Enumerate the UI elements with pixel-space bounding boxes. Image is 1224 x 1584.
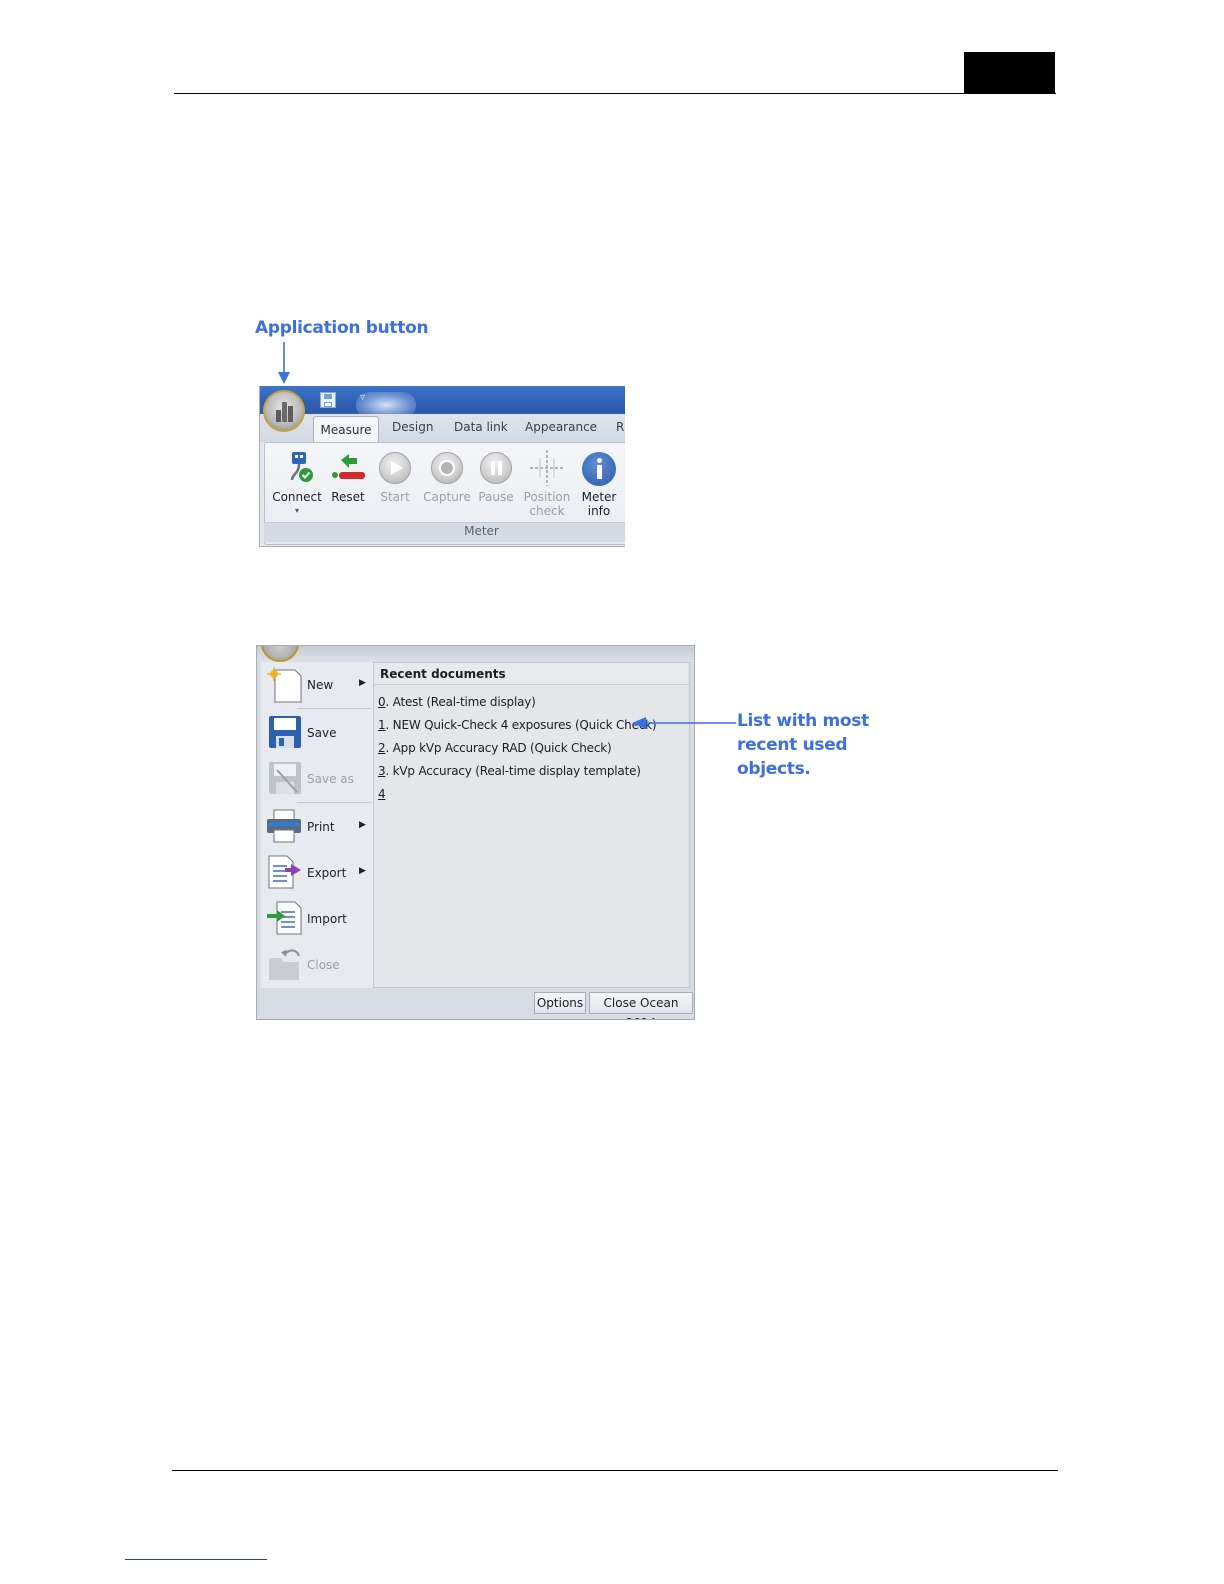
callout-application-button: Application button [255, 318, 429, 338]
recent-item[interactable]: 0. Atest (Real-time display) [378, 694, 536, 710]
recent-documents-panel: Recent documents 0. Atest (Real-time dis… [373, 662, 690, 988]
footer-link-underline [125, 1559, 267, 1560]
close-command[interactable]: Close [261, 944, 373, 988]
recent-item[interactable]: 2. App kVp Accuracy RAD (Quick Check) [378, 740, 612, 756]
recent-item[interactable]: 4 [378, 786, 386, 802]
meter-info-label-line1: Meter [581, 490, 617, 504]
tab-truncated[interactable]: R [616, 420, 624, 434]
export-label: Export [307, 866, 347, 880]
application-button[interactable] [263, 390, 305, 432]
recent-item-name: . kVp Accuracy (Real-time display templa… [385, 764, 641, 778]
callout-recent-line2: recent used [737, 735, 848, 755]
tab-appearance[interactable]: Appearance [525, 420, 597, 434]
connect-dropdown-icon: ▾ [294, 506, 299, 515]
header-page-tab [964, 52, 1055, 94]
print-label: Print [307, 820, 335, 834]
app-menu-footer: Options Close Ocean 2014 [261, 990, 693, 1019]
position-check-label-line2: check [529, 504, 565, 518]
reset-label: Reset [331, 490, 365, 504]
capture-label: Capture [423, 490, 471, 504]
import-label: Import [307, 912, 347, 926]
recent-documents-header: Recent documents [374, 663, 689, 685]
save-as-icon [269, 762, 301, 794]
header-rule [174, 93, 1056, 94]
export-command[interactable]: Export ▶ [261, 852, 373, 896]
pause-icon [480, 452, 512, 484]
separator [297, 708, 371, 710]
tab-data-link[interactable]: Data link [454, 420, 508, 434]
start-label: Start [380, 490, 410, 504]
info-icon [582, 452, 616, 486]
export-icon [268, 855, 301, 889]
meter-info-button[interactable]: Meter info [576, 448, 622, 518]
recent-item-number: 4 [378, 787, 386, 801]
app-menu-screenshot: New ▶ Save Save as Print ▶ Export ▶ Impo… [256, 645, 695, 1020]
position-check-label-line1: Position [523, 490, 571, 504]
callout-recent-line1: List with most [737, 711, 869, 731]
import-command[interactable]: Import [261, 898, 373, 942]
separator [297, 802, 371, 804]
tab-design[interactable]: Design [392, 420, 433, 434]
connect-label: Connect [272, 490, 322, 504]
recent-item-name: . Atest (Real-time display) [385, 695, 536, 709]
save-as-command[interactable]: Save as [261, 758, 373, 802]
close-app-button[interactable]: Close Ocean 2014 [589, 992, 693, 1019]
pause-label: Pause [478, 490, 514, 504]
recent-item-name: . NEW Quick-Check 4 exposures (Quick Che… [385, 718, 657, 732]
new-submenu-arrow-icon: ▶ [359, 678, 366, 688]
save-command[interactable]: Save [261, 712, 373, 756]
reset-icon [332, 454, 365, 479]
quick-access-save-icon[interactable] [320, 392, 336, 408]
pause-button[interactable]: Pause [474, 448, 518, 518]
export-submenu-arrow-icon: ▶ [359, 866, 366, 876]
import-icon [267, 901, 302, 935]
print-submenu-arrow-icon: ▶ [359, 820, 366, 830]
recent-item-name: . App kVp Accuracy RAD (Quick Check) [385, 741, 612, 755]
save-icon [269, 716, 301, 748]
save-label: Save [307, 726, 337, 740]
group-label-meter: Meter [464, 524, 499, 538]
ribbon-screenshot: ▿ Measure Design Data link Appearance R … [259, 386, 625, 547]
close-folder-icon [269, 949, 300, 980]
recent-item[interactable]: 1. NEW Quick-Check 4 exposures (Quick Ch… [378, 717, 657, 733]
reset-button[interactable]: Reset [326, 448, 370, 518]
new-document-icon [267, 667, 302, 703]
meter-info-label-line2: info [587, 504, 611, 518]
save-as-label: Save as [307, 772, 354, 786]
callout-arrow-left [632, 717, 736, 729]
play-icon [379, 452, 411, 484]
quick-access-dropdown-icon[interactable]: ▿ [360, 392, 365, 403]
crosshair-icon [530, 450, 564, 486]
print-command[interactable]: Print ▶ [261, 806, 373, 850]
callout-arrow-down [278, 342, 290, 384]
record-icon [431, 452, 463, 484]
position-check-button[interactable]: Position check [522, 448, 572, 518]
close-label: Close [307, 958, 340, 972]
new-label: New [307, 678, 334, 692]
footer-rule [172, 1470, 1058, 1471]
recent-item[interactable]: 3. kVp Accuracy (Real-time display templ… [378, 763, 641, 779]
new-command[interactable]: New ▶ [261, 664, 373, 708]
start-button[interactable]: Start [374, 448, 416, 518]
connect-button[interactable]: Connect ▾ [270, 448, 324, 518]
ribbon-titlebar [260, 386, 625, 414]
options-button[interactable]: Options [534, 992, 586, 1014]
tab-measure[interactable]: Measure [313, 416, 379, 443]
app-menu-top-strip [257, 646, 694, 662]
capture-button[interactable]: Capture [420, 448, 474, 518]
callout-recent-line3: objects. [737, 759, 811, 779]
usb-connect-icon [290, 452, 313, 482]
printer-icon [267, 809, 301, 843]
